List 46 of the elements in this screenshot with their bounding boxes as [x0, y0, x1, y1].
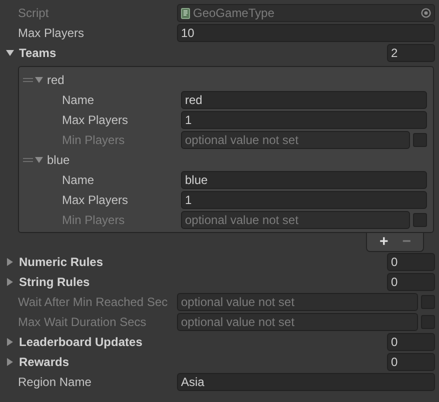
count-field[interactable]: 0	[387, 253, 435, 271]
field-label: Max Players	[62, 113, 130, 127]
collapse-arrow-icon[interactable]	[6, 49, 14, 57]
field-label: Max Players	[62, 193, 130, 207]
collapse-arrow-icon[interactable]	[35, 76, 43, 84]
input-field[interactable]: blue	[181, 171, 427, 189]
expand-arrow-icon[interactable]	[6, 258, 14, 266]
list-button[interactable]: +	[375, 234, 392, 250]
element-label[interactable]: red	[47, 73, 64, 87]
foldout-label[interactable]: Teams	[19, 46, 387, 60]
expand-arrow-icon[interactable]	[6, 278, 14, 286]
checkbox[interactable]	[413, 133, 427, 147]
script-icon	[181, 8, 190, 18]
field-label: Name	[62, 93, 96, 107]
field-label: Max Wait Duration Secs	[18, 315, 148, 329]
field-label: Min Players	[62, 133, 126, 147]
foldout-label[interactable]: Rewards	[19, 355, 387, 369]
field-label: Script	[18, 6, 50, 20]
field-label: Wait After Min Reached Sec	[18, 295, 169, 309]
checkbox[interactable]	[413, 213, 427, 227]
count-field[interactable]: 0	[387, 353, 435, 371]
input-field[interactable]: optional value not set	[177, 313, 418, 331]
input-field[interactable]: 10	[177, 24, 435, 42]
input-field[interactable]: 1	[181, 111, 427, 129]
input-field[interactable]: Asia	[177, 373, 435, 391]
input-field[interactable]: optional value not set	[181, 211, 410, 229]
collapse-arrow-icon[interactable]	[35, 156, 43, 164]
count-field[interactable]: 0	[387, 333, 435, 351]
input-field[interactable]: optional value not set	[177, 293, 418, 311]
drag-handle-icon[interactable]	[23, 76, 33, 84]
input-field[interactable]: 1	[181, 191, 427, 209]
expand-arrow-icon[interactable]	[6, 338, 14, 346]
foldout-label[interactable]: Leaderboard Updates	[19, 335, 387, 349]
input-field[interactable]: optional value not set	[181, 131, 410, 149]
field-label: Region Name	[18, 375, 92, 389]
drag-handle-icon[interactable]	[23, 156, 33, 164]
element-label[interactable]: blue	[47, 153, 70, 167]
field-label: Min Players	[62, 213, 126, 227]
foldout-label[interactable]: Numeric Rules	[19, 255, 387, 269]
input-field[interactable]: red	[181, 91, 427, 109]
expand-arrow-icon[interactable]	[6, 358, 14, 366]
field-label: Name	[62, 173, 96, 187]
field-label: Max Players	[18, 26, 86, 40]
count-field[interactable]: 2	[387, 44, 435, 62]
count-field[interactable]: 0	[387, 273, 435, 291]
foldout-label[interactable]: String Rules	[19, 275, 387, 289]
